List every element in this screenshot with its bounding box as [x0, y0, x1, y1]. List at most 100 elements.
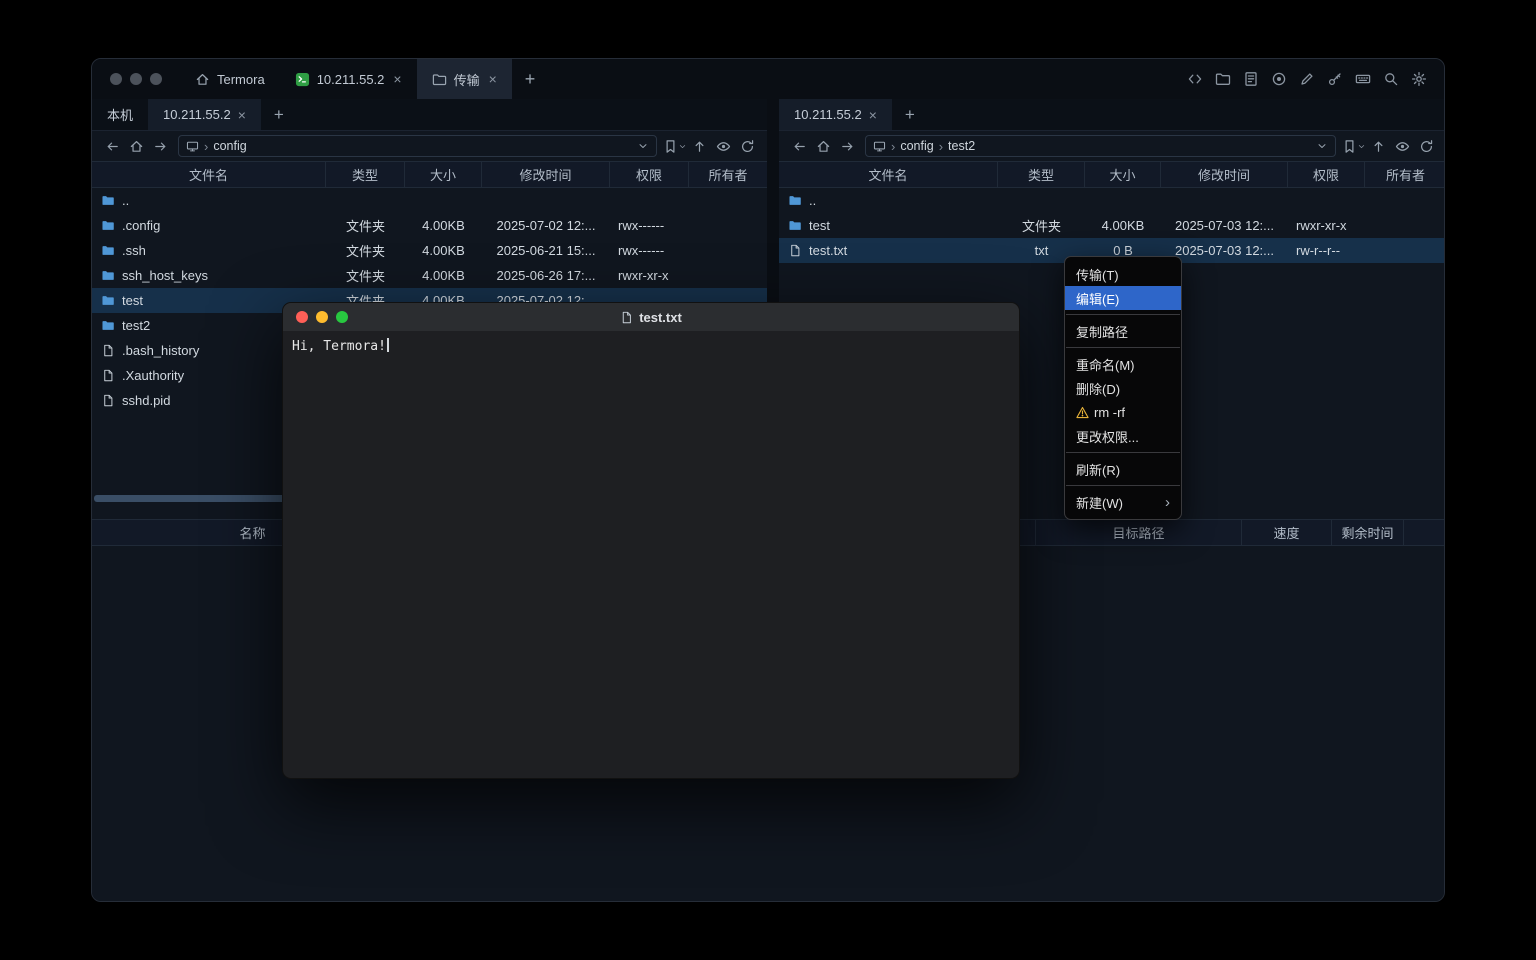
code-icon[interactable]	[1184, 68, 1206, 90]
transfer-column-header[interactable]: 剩余时间	[1332, 520, 1404, 545]
close-icon[interactable]: ×	[238, 107, 246, 123]
file-perm-cell	[1288, 188, 1365, 213]
refresh-button[interactable]	[1414, 134, 1438, 158]
chevron-down-icon	[1357, 142, 1366, 151]
chevron-down-icon[interactable]	[637, 140, 649, 152]
column-header[interactable]: 所有者	[689, 162, 767, 187]
file-row[interactable]: test文件夹4.00KB2025-07-03 12:...rwxr-xr-x	[779, 213, 1445, 238]
column-header[interactable]: 修改时间	[1161, 162, 1288, 187]
show-hidden-button[interactable]	[1390, 134, 1414, 158]
home-button[interactable]	[124, 134, 148, 158]
file-type-cell: 文件夹	[326, 263, 405, 288]
close-window-button[interactable]	[110, 73, 122, 85]
menu-item[interactable]: 删除(D)	[1065, 376, 1181, 400]
menu-item[interactable]: rm -rf	[1065, 400, 1181, 424]
tab-local[interactable]: 本机	[92, 99, 148, 130]
context-menu: 传输(T)编辑(E) 复制路径重命名(M)删除(D) rm -rf 更改权限... 刷新…	[1064, 256, 1182, 520]
terminal-icon	[295, 72, 310, 87]
breadcrumb-segment[interactable]: test2	[948, 139, 975, 153]
close-icon[interactable]: ×	[869, 107, 877, 123]
file-row[interactable]: ..	[92, 188, 767, 213]
file-name-label: test2	[122, 318, 150, 333]
column-header[interactable]: 权限	[1288, 162, 1365, 187]
parent-directory-button[interactable]	[687, 134, 711, 158]
menu-item[interactable]: 复制路径	[1065, 319, 1181, 343]
tab-transfer[interactable]: 传输 ×	[417, 59, 512, 99]
transfer-column-header[interactable]: 目标路径	[1036, 520, 1242, 545]
file-size-cell: 4.00KB	[1085, 213, 1161, 238]
menu-item[interactable]: 新建(W)›	[1065, 490, 1181, 514]
column-header[interactable]: 文件名	[779, 162, 998, 187]
menu-item-label: rm -rf	[1094, 405, 1125, 420]
new-tab-button[interactable]: +	[512, 59, 549, 99]
tab-ssh-host[interactable]: 10.211.55.2 ×	[280, 59, 417, 99]
back-button[interactable]	[787, 134, 811, 158]
close-window-button[interactable]	[296, 311, 308, 323]
tab-remote-host[interactable]: 10.211.55.2 ×	[148, 99, 261, 130]
bookmark-button[interactable]	[1342, 134, 1366, 158]
back-button[interactable]	[100, 134, 124, 158]
transfer-column-header	[1404, 520, 1445, 545]
menu-item[interactable]: 编辑(E)	[1065, 286, 1181, 310]
file-owner-cell	[689, 188, 767, 213]
breadcrumb-segment[interactable]: config	[213, 139, 246, 153]
column-header[interactable]: 权限	[610, 162, 689, 187]
chevron-down-icon[interactable]	[1316, 140, 1328, 152]
show-hidden-button[interactable]	[711, 134, 735, 158]
zoom-window-button[interactable]	[150, 73, 162, 85]
breadcrumb-segment[interactable]: config	[900, 139, 933, 153]
record-icon[interactable]	[1268, 68, 1290, 90]
log-icon[interactable]	[1240, 68, 1262, 90]
path-breadcrumb[interactable]: › config › test2	[865, 135, 1336, 157]
folder-icon[interactable]	[1212, 68, 1234, 90]
file-icon	[101, 344, 115, 357]
bookmark-icon	[663, 139, 678, 154]
column-header[interactable]: 所有者	[1365, 162, 1445, 187]
transfer-column-header[interactable]: 速度	[1242, 520, 1332, 545]
close-icon[interactable]: ×	[393, 71, 401, 87]
parent-directory-button[interactable]	[1366, 134, 1390, 158]
file-row[interactable]: ssh_host_keys文件夹4.00KB2025-06-26 17:...r…	[92, 263, 767, 288]
column-header[interactable]: 文件名	[92, 162, 326, 187]
new-tab-button[interactable]: +	[892, 99, 928, 130]
home-button[interactable]	[811, 134, 835, 158]
forward-button[interactable]	[835, 134, 859, 158]
path-breadcrumb[interactable]: › config	[178, 135, 657, 157]
minimize-window-button[interactable]	[316, 311, 328, 323]
editor-content[interactable]: Hi, Termora!	[283, 331, 1019, 778]
tab-remote-host[interactable]: 10.211.55.2 ×	[779, 99, 892, 130]
tab-termora-home[interactable]: Termora	[180, 59, 280, 99]
file-row[interactable]: ..	[779, 188, 1445, 213]
menu-item[interactable]: 更改权限...	[1065, 424, 1181, 448]
file-size-cell: 4.00KB	[405, 238, 482, 263]
bookmark-button[interactable]	[663, 134, 687, 158]
column-header[interactable]: 类型	[326, 162, 405, 187]
menu-item[interactable]: 刷新(R)	[1065, 457, 1181, 481]
submenu-arrow-icon: ›	[1165, 495, 1170, 510]
key-icon[interactable]	[1324, 68, 1346, 90]
column-header[interactable]: 修改时间	[482, 162, 610, 187]
file-row[interactable]: .config文件夹4.00KB2025-07-02 12:...rwx----…	[92, 213, 767, 238]
close-icon[interactable]: ×	[489, 71, 497, 87]
minimize-window-button[interactable]	[130, 73, 142, 85]
menu-separator	[1066, 485, 1180, 486]
keyboard-icon[interactable]	[1352, 68, 1374, 90]
file-type-cell: 文件夹	[998, 213, 1085, 238]
column-header[interactable]: 大小	[405, 162, 482, 187]
file-type-cell	[998, 188, 1085, 213]
menu-item[interactable]: 传输(T)	[1065, 262, 1181, 286]
search-icon[interactable]	[1380, 68, 1402, 90]
menu-item[interactable]: 重命名(M)	[1065, 352, 1181, 376]
forward-button[interactable]	[148, 134, 172, 158]
new-tab-button[interactable]: +	[261, 99, 297, 130]
editor-titlebar[interactable]: test.txt	[283, 303, 1019, 331]
settings-icon[interactable]	[1408, 68, 1430, 90]
refresh-button[interactable]	[735, 134, 759, 158]
column-header[interactable]: 大小	[1085, 162, 1161, 187]
file-row[interactable]: .ssh文件夹4.00KB2025-06-21 15:...rwx------	[92, 238, 767, 263]
titlebar-actions	[1184, 59, 1444, 99]
edit-icon[interactable]	[1296, 68, 1318, 90]
zoom-window-button[interactable]	[336, 311, 348, 323]
file-name-cell: .config	[92, 213, 326, 238]
column-header[interactable]: 类型	[998, 162, 1085, 187]
